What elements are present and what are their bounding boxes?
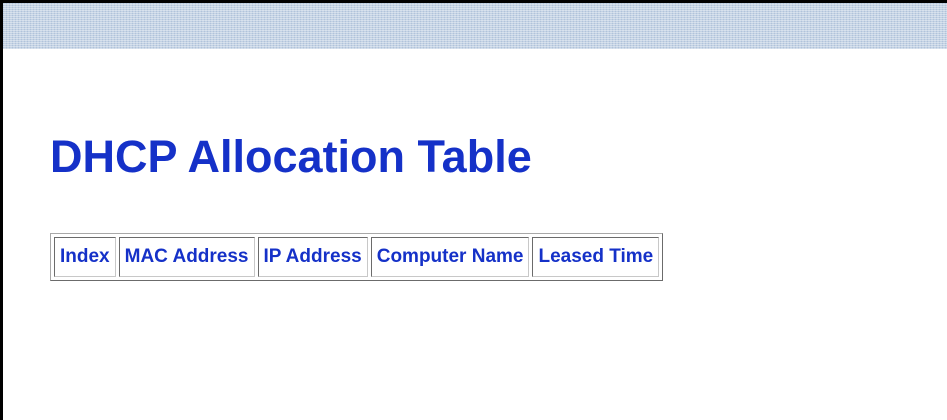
column-header-computer-name: Computer Name [370, 237, 530, 277]
dhcp-allocation-table: Index MAC Address IP Address Computer Na… [50, 233, 664, 281]
page-title: DHCP Allocation Table [50, 131, 532, 182]
column-header-leased-time: Leased Time [532, 237, 660, 277]
content-frame: DHCP Allocation Table Index MAC Address … [0, 0, 947, 420]
column-header-index: Index [54, 237, 116, 277]
table-header-row: Index MAC Address IP Address Computer Na… [54, 237, 660, 277]
allocation-table-container: Index MAC Address IP Address Computer Na… [50, 233, 664, 281]
column-header-ip-address: IP Address [257, 237, 368, 277]
column-header-mac-address: MAC Address [118, 237, 255, 277]
header-banner [3, 3, 947, 49]
